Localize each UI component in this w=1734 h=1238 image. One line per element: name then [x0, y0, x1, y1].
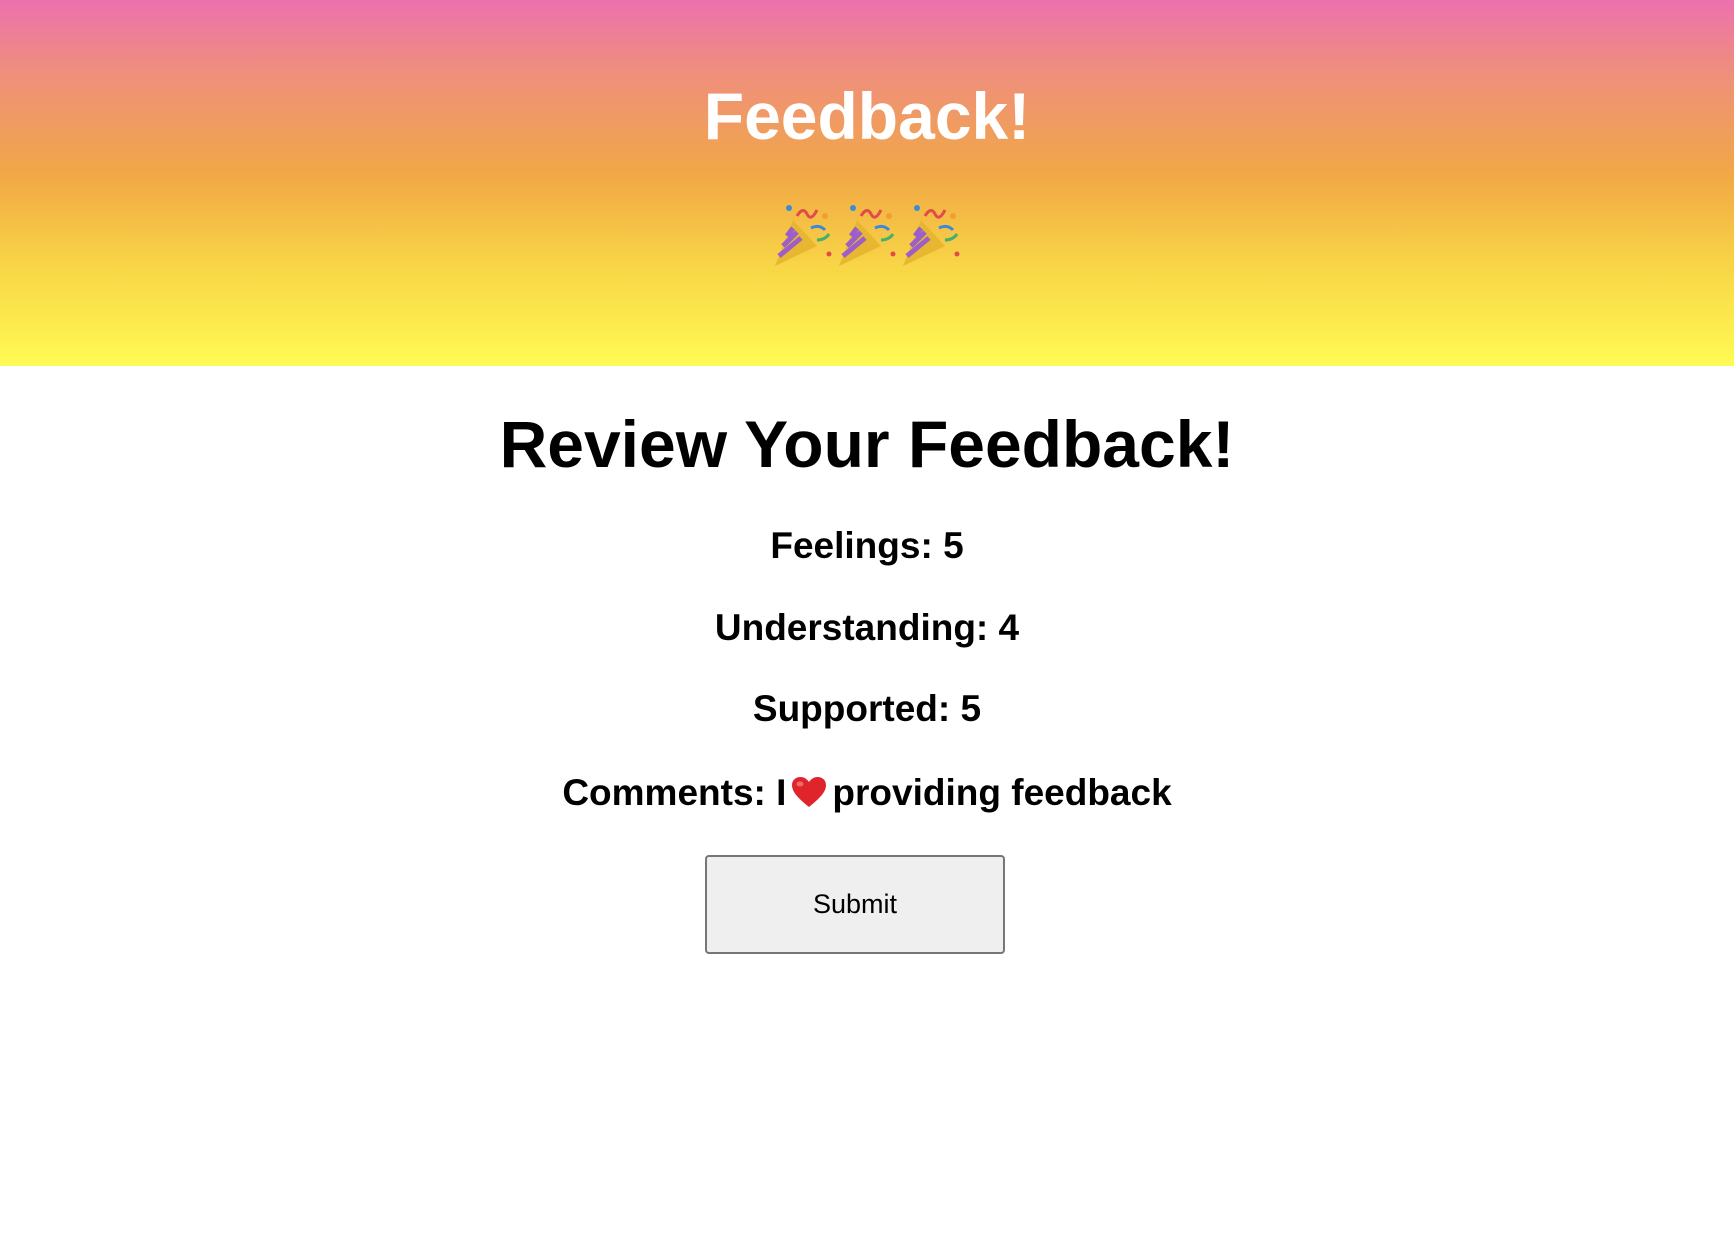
party-popper-icon — [775, 205, 832, 266]
comments-text: providing feedback — [832, 772, 1172, 813]
review-heading: Review Your Feedback! — [499, 407, 1235, 481]
party-popper-icon — [903, 205, 960, 266]
feelings-summary: Feelings: 5 — [0, 523, 1734, 569]
header-banner: Feedback! — [0, 0, 1734, 366]
supported-label: Supported: — [752, 688, 951, 729]
comments-label: Comments: — [562, 772, 766, 813]
understanding-label: Understanding: — [714, 607, 989, 648]
app-title: Feedback! — [703, 79, 1031, 153]
feelings-label: Feelings: — [770, 525, 933, 566]
supported-summary: Supported: 5 — [0, 686, 1734, 732]
comments-summary: Comments: Iproviding feedback — [0, 770, 1734, 816]
supported-value: 5 — [960, 688, 982, 729]
feelings-value: 5 — [943, 525, 964, 566]
party-popper-icon — [839, 205, 896, 266]
understanding-summary: Understanding: 4 — [0, 605, 1734, 651]
comments-prefix: I — [776, 772, 787, 813]
submit-button[interactable]: Submit — [705, 855, 1005, 954]
understanding-value: 4 — [998, 607, 1020, 648]
party-emoji-row — [0, 198, 1734, 270]
heart-icon — [792, 777, 827, 807]
